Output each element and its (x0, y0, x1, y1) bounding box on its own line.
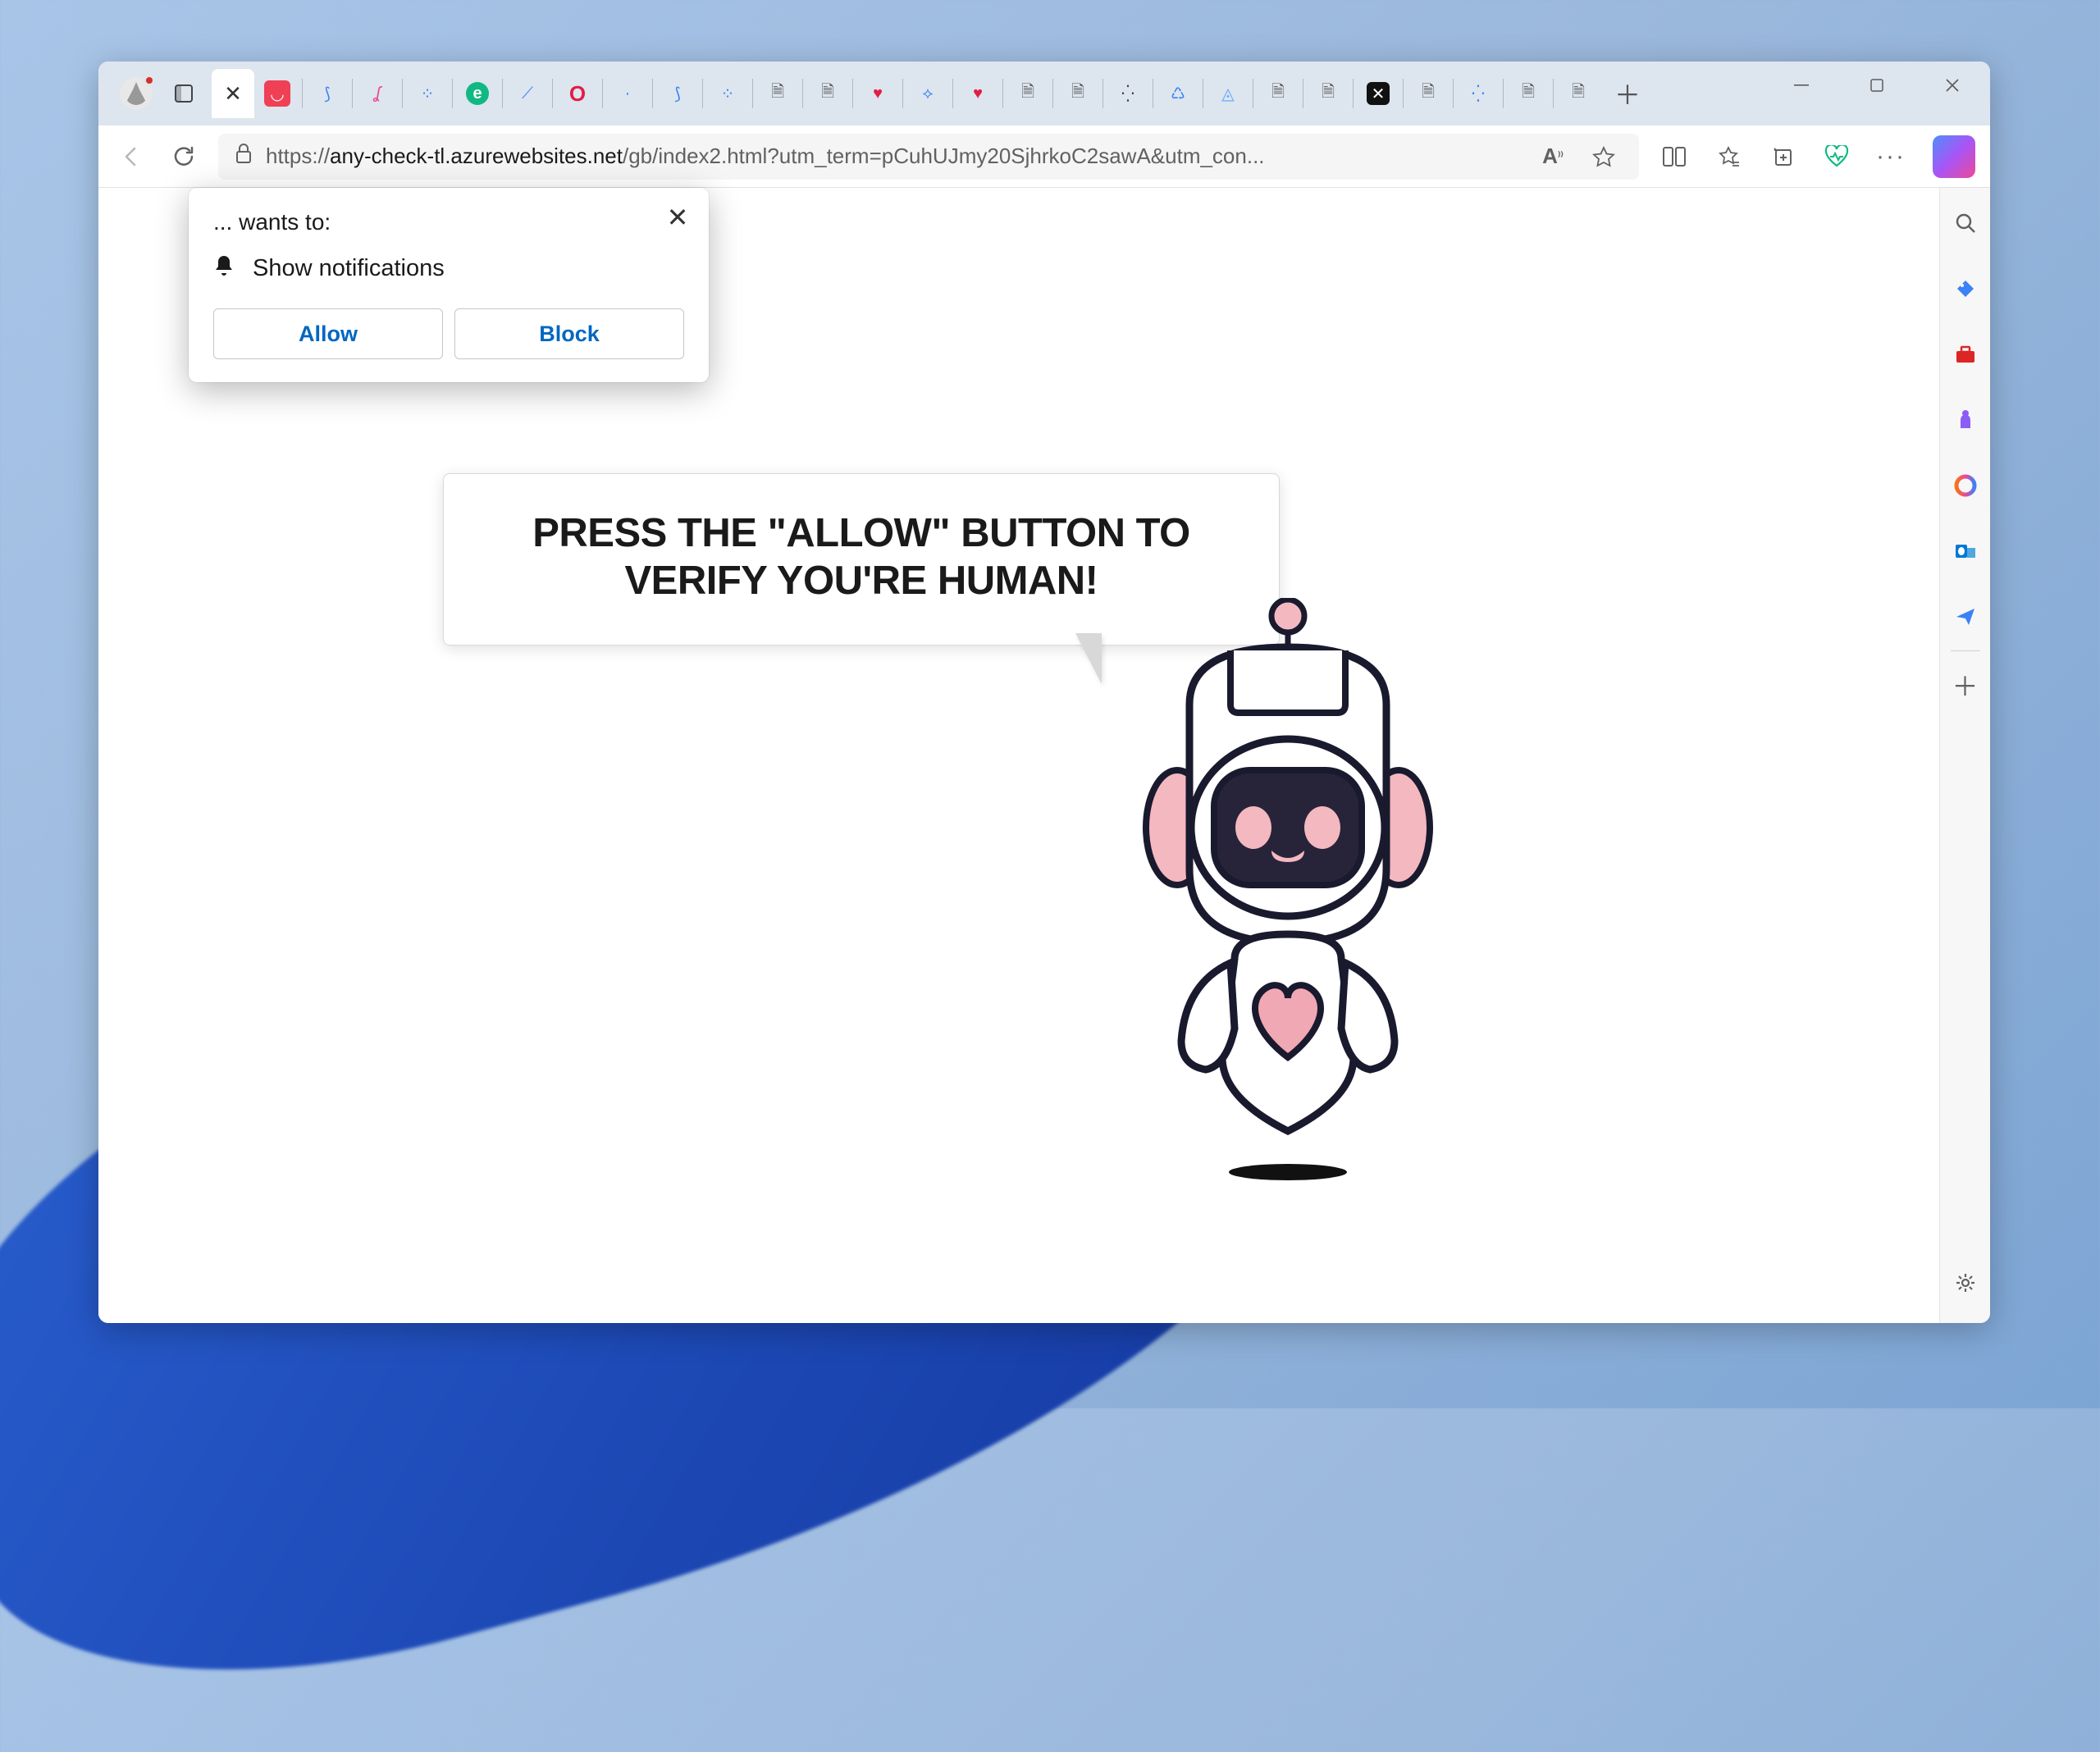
sidebar-search-icon[interactable] (1950, 208, 1981, 239)
maximize-button[interactable] (1839, 62, 1915, 109)
tab-item[interactable]: 🗎 (1557, 69, 1600, 118)
speech-bubble-text: PRESS THE "ALLOW" BUTTON TO VERIFY YOU'R… (488, 510, 1235, 605)
tab-item[interactable]: ⟆ (306, 69, 349, 118)
sidebar-add-button[interactable]: ＋ (1950, 669, 1981, 700)
sidebar-office-icon[interactable] (1950, 470, 1981, 501)
sidebar-settings-icon[interactable] (1954, 1271, 1977, 1300)
address-bar: https://any-check-tl.azurewebsites.net/g… (98, 125, 1990, 188)
tab-item[interactable]: 🗎 (1257, 69, 1299, 118)
back-button[interactable] (113, 139, 149, 175)
tab-active[interactable]: ✕ (212, 69, 254, 118)
collections-icon[interactable] (1764, 138, 1801, 176)
tab-item[interactable]: ⁛ (1457, 69, 1500, 118)
close-popup-button[interactable]: ✕ (663, 203, 692, 232)
sidebar-send-icon[interactable] (1950, 601, 1981, 632)
sidebar-games-icon[interactable] (1950, 404, 1981, 436)
speech-bubble-tail (1077, 635, 1102, 684)
profile-alert-dot (144, 75, 154, 85)
content-area: ✕ ... wants to: Show notifications Allow… (98, 188, 1990, 1323)
lock-icon (235, 143, 253, 170)
allow-button[interactable]: Allow (213, 308, 443, 359)
edge-sidebar: ＋ (1939, 188, 1990, 1323)
profile-button[interactable] (120, 77, 153, 110)
permission-buttons: Allow Block (213, 308, 684, 359)
tab-item[interactable]: ʆ (356, 69, 399, 118)
window-controls (1764, 62, 1990, 109)
url-text: https://any-check-tl.azurewebsites.net/g… (266, 144, 1521, 169)
refresh-button[interactable] (166, 139, 202, 175)
tab-item[interactable]: ⁛ (1107, 69, 1149, 118)
menu-button[interactable]: ··· (1872, 138, 1910, 176)
popup-title: ... wants to: (213, 209, 684, 235)
close-tab-icon[interactable]: ✕ (221, 78, 245, 110)
tab-item[interactable]: 🗎 (756, 69, 799, 118)
sidebar-shopping-icon[interactable] (1950, 273, 1981, 304)
close-window-button[interactable] (1915, 62, 1990, 109)
read-aloud-icon[interactable]: A⁾⁾ (1534, 138, 1572, 176)
tab-item[interactable]: ♺ (1157, 69, 1199, 118)
tab-item[interactable]: 🗎 (1407, 69, 1449, 118)
tab-actions-button[interactable] (166, 75, 202, 112)
url-field[interactable]: https://any-check-tl.azurewebsites.net/g… (218, 134, 1639, 180)
tab-item[interactable]: ✕ (1357, 69, 1399, 118)
browser-essentials-icon[interactable] (1818, 138, 1856, 176)
tab-item[interactable]: ⁘ (706, 69, 749, 118)
page-viewport: ✕ ... wants to: Show notifications Allow… (98, 188, 1939, 1323)
permission-text: Show notifications (253, 255, 445, 282)
tab-item[interactable]: ♥ (856, 69, 899, 118)
tab-item[interactable]: ⟋ (506, 69, 549, 118)
tab-item[interactable]: 🗎 (1307, 69, 1349, 118)
tab-item[interactable]: 🗎 (1507, 69, 1550, 118)
tab-item[interactable]: · (606, 69, 649, 118)
browser-window: ✕ ◡ ⟆ ʆ ⁘ e ⟋ O · ⟆ ⁘ 🗎 🗎 ♥ ⟡ ♥ 🗎 🗎 (98, 62, 1990, 1323)
tab-item[interactable]: ⟆ (656, 69, 699, 118)
bell-icon (213, 253, 235, 284)
tab-item[interactable]: ⟡ (906, 69, 949, 118)
tab-item[interactable]: 🗎 (806, 69, 849, 118)
sidebar-outlook-icon[interactable] (1950, 536, 1981, 567)
tab-item[interactable]: O (556, 69, 599, 118)
permission-row: Show notifications (213, 253, 684, 284)
minimize-button[interactable] (1764, 62, 1839, 109)
copilot-button[interactable] (1933, 135, 1975, 178)
tab-item[interactable]: e (456, 69, 499, 118)
tab-item[interactable]: ⁘ (406, 69, 449, 118)
tab-strip: ✕ ◡ ⟆ ʆ ⁘ e ⟋ O · ⟆ ⁘ 🗎 🗎 ♥ ⟡ ♥ 🗎 🗎 (98, 62, 1990, 125)
tab-item[interactable]: ◬ (1207, 69, 1249, 118)
new-tab-button[interactable]: ＋ (1608, 74, 1647, 113)
tab-item[interactable]: 🗎 (1057, 69, 1099, 118)
block-button[interactable]: Block (454, 308, 684, 359)
robot-illustration (1107, 598, 1468, 1172)
sidebar-tools-icon[interactable] (1950, 339, 1981, 370)
sidebar-separator (1951, 650, 1980, 651)
tab-pocket[interactable]: ◡ (256, 69, 299, 118)
notification-permission-popup: ✕ ... wants to: Show notifications Allow… (189, 188, 709, 382)
tab-item[interactable]: 🗎 (1007, 69, 1049, 118)
tab-item[interactable]: ♥ (956, 69, 999, 118)
favorites-list-icon[interactable] (1710, 138, 1747, 176)
split-screen-icon[interactable] (1655, 138, 1693, 176)
favorite-star-icon[interactable] (1585, 138, 1623, 176)
